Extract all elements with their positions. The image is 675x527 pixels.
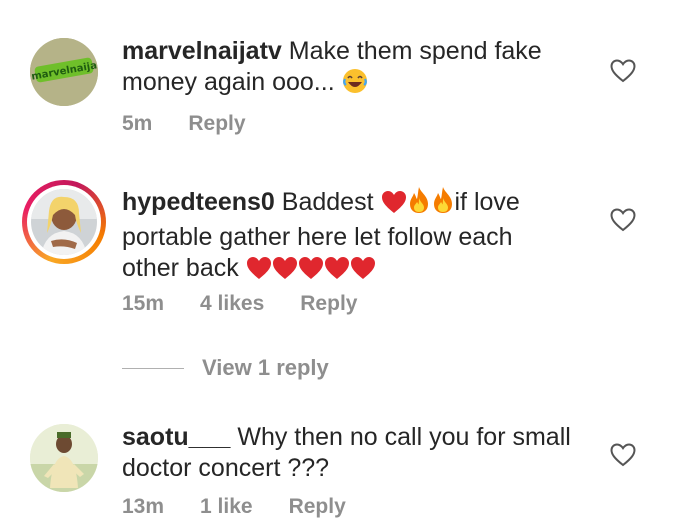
likes-count[interactable]: 1 like [200,495,253,519]
red-heart-icon [350,256,376,288]
marvelnaija-logo-icon: marvelnaija [30,38,98,106]
laughing-face-icon [342,68,368,102]
reply-button[interactable]: Reply [188,112,245,136]
comment-username[interactable]: saotu___ [122,423,230,451]
view-replies-button[interactable]: View 1 reply [122,355,329,381]
comment-meta: 13m 1 like Reply [122,495,346,519]
comment-username[interactable]: marvelnaijatv [122,37,282,65]
reply-button[interactable]: Reply [289,495,346,519]
avatar[interactable] [22,180,106,264]
like-heart-icon[interactable] [610,208,636,232]
red-heart-icon [272,256,298,288]
avatar[interactable]: marvelnaija [30,38,98,106]
comment-meta: 5m Reply [122,112,246,136]
comment-time: 13m [122,495,165,518]
fire-icon [431,186,455,222]
red-heart-icon [324,256,350,288]
divider [122,367,184,369]
red-heart-icon [246,256,272,288]
comment-meta: 15m 4 likes Reply [122,292,357,316]
comment-body: hypedteens0 Baddest if love portable gat… [122,186,572,288]
user-photo-icon [30,424,98,492]
like-heart-icon[interactable] [610,443,636,467]
reply-button[interactable]: Reply [300,292,357,316]
comments-list: marvelnaija marvelnaijatv Make them spen… [0,0,675,527]
comment-time: 5m [122,112,153,135]
comment-username[interactable]: hypedteens0 [122,188,275,216]
likes-count[interactable]: 4 likes [200,292,264,316]
red-heart-icon [381,190,407,222]
comment-body: marvelnaijatv Make them spend fake money… [122,36,572,102]
user-photo-icon [31,189,97,255]
avatar[interactable] [30,424,98,492]
like-heart-icon[interactable] [610,59,636,83]
comment-text-part1: Baddest [281,188,374,216]
comment-time: 15m [122,292,165,315]
comment-body: saotu___ Why then no call you for small … [122,422,572,484]
fire-icon [407,186,431,222]
red-heart-icon [298,256,324,288]
view-replies-label[interactable]: View 1 reply [202,355,329,381]
